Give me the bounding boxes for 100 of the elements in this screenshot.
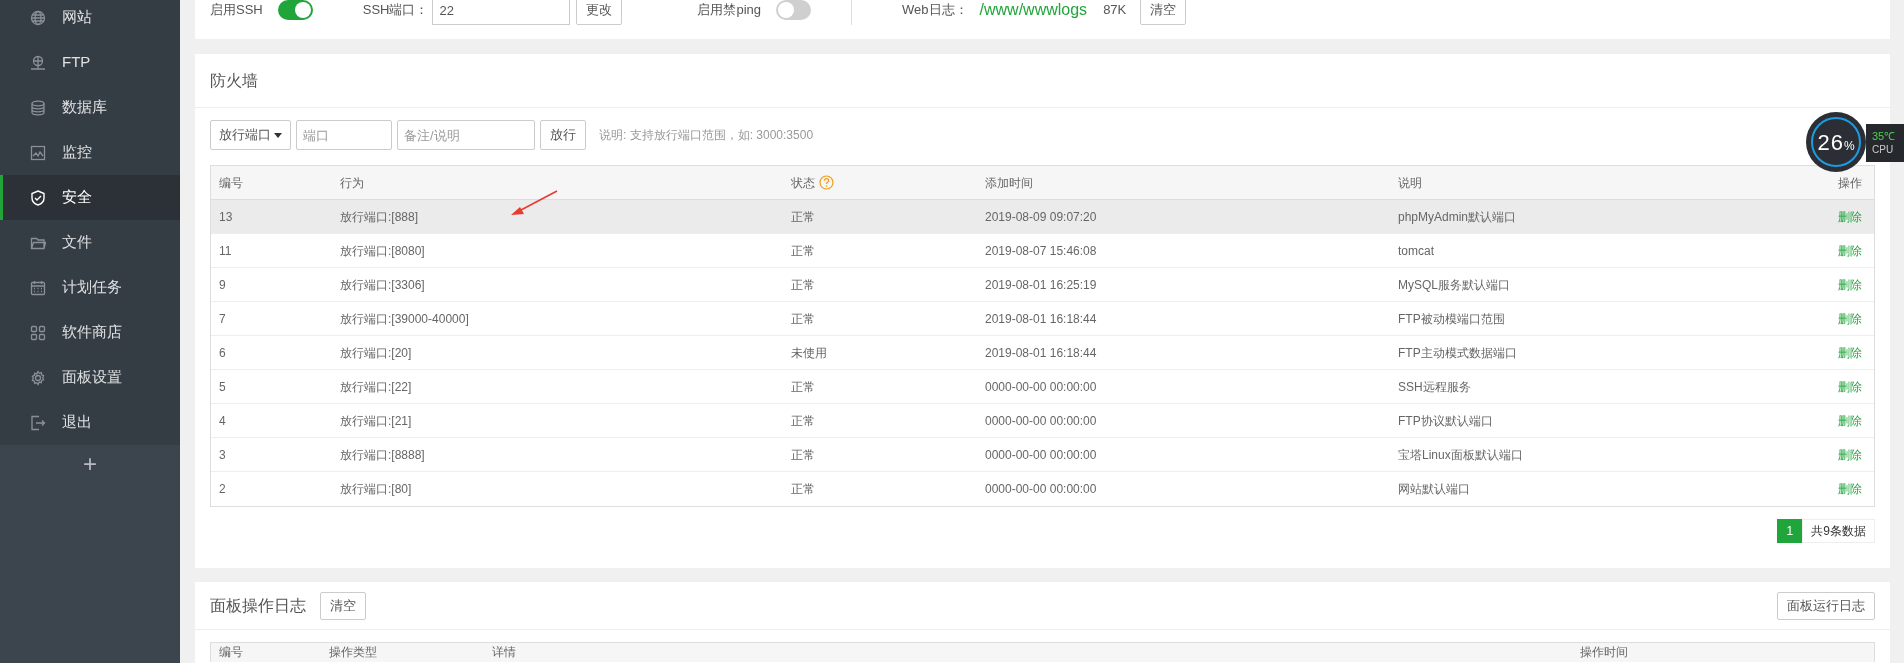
column-header: 编号 [219, 174, 243, 192]
temperature-label: CPU [1872, 143, 1895, 157]
column-header: 操作时间 [1580, 645, 1628, 659]
table-cell: 11 [219, 243, 232, 258]
table-cell: FTP被动模端口范围 [1398, 311, 1505, 326]
column-header: 添加时间 [985, 174, 1033, 192]
note-field[interactable]: 备注/说明 [397, 120, 535, 150]
web-log-label: Web日志： [902, 1, 968, 20]
table-cell: 7 [219, 311, 226, 326]
sidebar-item[interactable]: 软件商店 [0, 310, 180, 355]
table-cell: 放行端口:[8888] [340, 447, 425, 462]
table-cell: 6 [219, 345, 226, 360]
rule-type-select[interactable]: 放行端口 [210, 120, 291, 150]
sidebar-item[interactable]: 网站 [0, 0, 180, 40]
table-cell: SSH远程服务 [1398, 379, 1471, 394]
ssh-port-field[interactable]: 22 [432, 0, 571, 25]
table-cell: MySQL服务默认端口 [1398, 277, 1510, 292]
table-cell: 2019-08-09 09:07:20 [985, 209, 1097, 224]
table-cell: 2019-08-07 15:46:08 [985, 243, 1097, 258]
table-row[interactable]: 13 放行端口:[888] 正常 2019-08-09 09:07:20 phpMyAdmin默认端口 删除 [211, 200, 1874, 234]
table-cell: phpMyAdmin默认端口 [1398, 209, 1517, 224]
table-cell: 9 [219, 277, 226, 292]
delete-link[interactable]: 删除 [1838, 241, 1862, 260]
delete-link[interactable]: 删除 [1838, 411, 1862, 430]
logout-icon [30, 414, 46, 431]
table-cell: 2 [219, 482, 226, 496]
grid-icon [30, 324, 46, 341]
table-cell: 2019-08-01 16:25:19 [985, 277, 1097, 292]
calendar-icon [30, 279, 46, 296]
table-cell: 宝塔Linux面板默认端口 [1398, 447, 1523, 462]
table-cell: 未使用 [791, 345, 827, 360]
shield-icon [30, 189, 46, 206]
sidebar-item[interactable]: 退出 [0, 400, 180, 445]
table-cell: tomcat [1398, 243, 1434, 258]
sidebar-item[interactable]: 监控 [0, 130, 180, 175]
panel-title: 面板操作日志 [210, 595, 306, 616]
ssh-label: 启用SSH [210, 1, 263, 20]
port-field[interactable]: 端口 [296, 120, 392, 150]
table-cell: 正常 [791, 447, 815, 462]
table-cell: 5 [219, 379, 226, 394]
sidebar-item[interactable]: 安全 [0, 175, 180, 220]
toggle-switch[interactable] [277, 0, 313, 20]
table-cell: 正常 [791, 209, 815, 224]
column-header: 详情 [492, 645, 516, 659]
web-log-path-link[interactable]: /www/wwwlogs [979, 0, 1088, 22]
change-button[interactable]: 更改 [576, 0, 623, 25]
column-header: 操作类型 [329, 645, 377, 659]
table-cell: 13 [219, 209, 233, 224]
help-icon [819, 175, 834, 190]
sidebar-item[interactable]: 数据库 [0, 85, 180, 130]
arrow-drawing [509, 190, 559, 216]
settings-icon [30, 369, 46, 386]
table-cell: 0000-00-00 00:00:00 [985, 447, 1097, 462]
delete-link[interactable]: 删除 [1838, 445, 1862, 464]
table-cell: 放行端口:[39000-40000] [340, 311, 469, 326]
table-cell: 放行端口:[21] [340, 413, 412, 428]
table-cell: 0000-00-00 00:00:00 [985, 379, 1097, 394]
table-cell: 网站默认端口 [1398, 482, 1470, 496]
column-header: 说明 [1398, 174, 1422, 192]
chart-icon [30, 144, 46, 161]
table-cell: 2019-08-01 16:18:44 [985, 345, 1097, 360]
delete-link[interactable]: 删除 [1838, 343, 1862, 362]
database-icon [30, 99, 46, 116]
clear-button[interactable]: 清空 [320, 591, 366, 620]
table-cell: 放行端口:[8080] [340, 243, 425, 258]
clear-button[interactable]: 清空 [1140, 0, 1187, 25]
delete-link[interactable]: 删除 [1838, 309, 1862, 328]
delete-link[interactable]: 删除 [1838, 377, 1862, 396]
panel-title: 防火墙 [210, 70, 258, 91]
table-cell: 放行端口:[3306] [340, 277, 425, 292]
table-cell: 4 [219, 413, 226, 428]
temperature-value: 35℃ [1872, 129, 1897, 143]
ping-label: 启用禁ping [697, 1, 762, 20]
table-cell: 放行端口:[20] [340, 345, 412, 360]
globe-icon [30, 9, 46, 26]
table-cell: FTP主动模式数据端口 [1398, 345, 1517, 360]
sidebar-item[interactable]: 文件 [0, 220, 180, 265]
table-cell: 放行端口:[888] [340, 209, 419, 224]
network-icon [30, 54, 46, 71]
table-cell: 2019-08-01 16:18:44 [985, 311, 1097, 326]
sidebar-item[interactable]: 面板设置 [0, 355, 180, 400]
toggle-switch[interactable] [776, 0, 812, 20]
column-header: 状态 [791, 174, 815, 192]
table-cell: 正常 [791, 413, 815, 428]
table-cell: 3 [219, 447, 226, 462]
allow-button[interactable]: 放行 [540, 120, 586, 150]
add-button[interactable]: + [75, 449, 105, 479]
table-cell: FTP协议默认端口 [1398, 413, 1493, 428]
run-log-button[interactable]: 面板运行日志 [1777, 591, 1875, 620]
table-cell: 放行端口:[80] [340, 482, 412, 496]
web-log-size: 87K [1103, 1, 1127, 20]
sidebar-item[interactable]: FTP [0, 40, 180, 85]
column-header: 操作 [1838, 174, 1862, 192]
caret-icon [274, 132, 282, 138]
delete-link[interactable]: 删除 [1838, 275, 1862, 294]
delete-link[interactable]: 删除 [1838, 480, 1862, 498]
sidebar-item[interactable]: 计划任务 [0, 265, 180, 310]
column-header: 行为 [340, 174, 364, 192]
hint-text: 说明: 支持放行端口范围，如: 3000:3500 [599, 127, 814, 144]
total-count: 共9条数据 [1802, 519, 1875, 543]
